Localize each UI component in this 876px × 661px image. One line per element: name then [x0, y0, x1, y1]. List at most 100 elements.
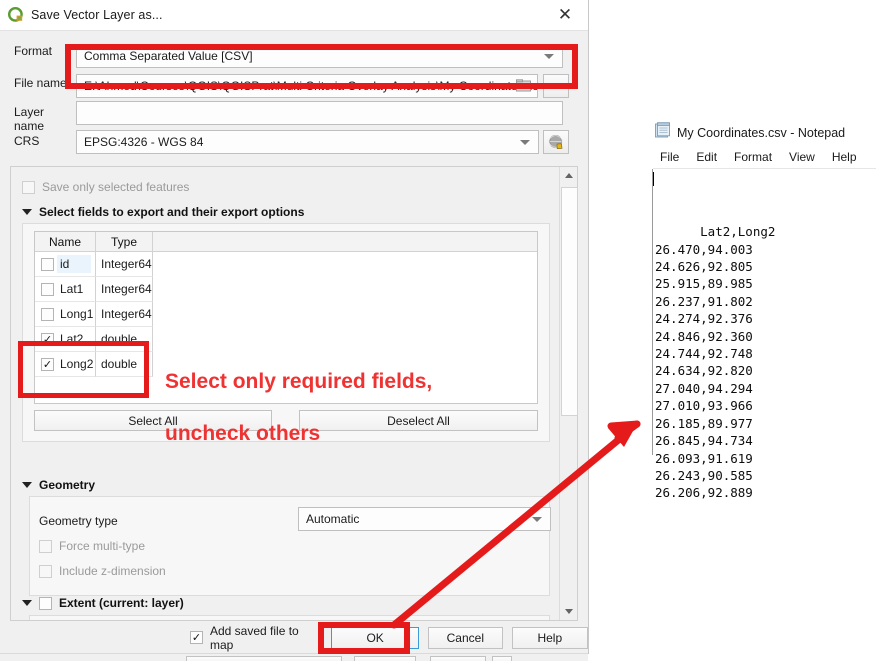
filename-row: File name [14, 76, 76, 90]
table-row[interactable]: Long1 Integer64 [35, 302, 537, 327]
help-button[interactable]: Help [511, 626, 588, 649]
select-fields-section-title: Select fields to export and their export… [39, 205, 305, 219]
crs-label: CRS [14, 134, 40, 148]
filename-label: File name [14, 76, 67, 90]
fields-table-header: Name Type [35, 232, 537, 252]
force-multi-type-checkbox[interactable] [39, 539, 52, 553]
column-header-name[interactable]: Name [35, 232, 96, 252]
menu-item-edit[interactable]: Edit [696, 150, 717, 164]
field-row-filler [153, 302, 537, 327]
field-name-label: id [57, 255, 92, 273]
include-z-dimension-row[interactable]: Include z-dimension [39, 564, 166, 578]
extent-checkbox[interactable] [39, 596, 52, 610]
format-combobox[interactable]: Comma Separated Value [CSV] [76, 44, 563, 68]
format-label: Format [14, 44, 53, 58]
filename-input[interactable]: E:\Ahmed\Courses\QGIS\QGISPrat\Multi Cri… [76, 74, 538, 98]
field-type-cell[interactable]: Integer64 [96, 302, 153, 327]
notepad-text-area[interactable]: Lat2,Long2 26.470,94.003 24.626,92.805 2… [650, 169, 876, 519]
dialog-footer: Add saved file to map OK Cancel Help [0, 622, 588, 653]
save-only-selected-label: Save only selected features [42, 180, 190, 194]
column-header-type[interactable]: Type [96, 232, 153, 252]
table-row[interactable]: Lat1 Integer64 [35, 277, 537, 302]
layername-row: Layer name [14, 105, 76, 133]
field-type-cell[interactable]: double [96, 352, 153, 377]
annotation-note-line2: uncheck others [165, 422, 321, 445]
menu-item-view[interactable]: View [789, 150, 815, 164]
field-export-checkbox[interactable] [41, 332, 54, 346]
format-value: Comma Separated Value [CSV] [84, 49, 253, 63]
geometry-type-value: Automatic [306, 512, 360, 526]
collapse-triangle-icon[interactable] [22, 209, 32, 215]
field-name-cell[interactable]: Long1 [35, 302, 96, 327]
cancel-button[interactable]: Cancel [428, 626, 503, 649]
menu-item-help[interactable]: Help [832, 150, 857, 164]
scrollbar-thumb[interactable] [561, 187, 578, 416]
chevron-down-icon [564, 609, 573, 614]
layername-input[interactable] [76, 101, 563, 125]
chevron-down-icon [532, 517, 542, 522]
save-vector-layer-dialog: Save Vector Layer as... ✕ Format Comma S… [0, 0, 589, 661]
force-multi-type-row[interactable]: Force multi-type [39, 539, 145, 553]
field-name-cell[interactable]: Long2 [35, 352, 96, 377]
notepad-left-edge [652, 169, 653, 456]
titlebar-divider [0, 30, 588, 31]
collapse-triangle-icon[interactable] [22, 482, 32, 488]
ok-button[interactable]: OK [331, 626, 420, 649]
field-name-label: Lat2 [60, 332, 84, 346]
options-vertical-scrollbar[interactable] [559, 167, 578, 620]
notepad-menubar: File Edit Format View Help [650, 146, 876, 168]
add-saved-file-row[interactable]: Add saved file to map [190, 624, 319, 652]
extent-section-title: Extent (current: layer) [59, 596, 184, 610]
dialog-titlebar: Save Vector Layer as... ✕ [0, 0, 588, 30]
field-type-cell[interactable]: Integer64 [96, 252, 153, 277]
add-saved-file-label: Add saved file to map [210, 623, 299, 652]
notepad-titlebar: My Coordinates.csv - Notepad [650, 120, 876, 146]
geometry-section-header[interactable]: Geometry [22, 478, 95, 492]
geometry-type-combobox[interactable]: Automatic [298, 507, 551, 531]
save-only-selected-row[interactable]: Save only selected features [22, 180, 189, 194]
notepad-icon [654, 122, 671, 144]
add-saved-file-checkbox[interactable] [190, 631, 203, 644]
chevron-down-icon [544, 54, 554, 59]
window-bottom-cutoff [0, 653, 588, 661]
scroll-up-button[interactable] [560, 167, 577, 184]
menu-item-file[interactable]: File [660, 150, 679, 164]
field-name-label: Long2 [60, 357, 94, 371]
layername-label: Layer name [14, 105, 45, 133]
field-name-label: Long1 [60, 307, 94, 321]
save-only-selected-checkbox[interactable] [22, 180, 35, 194]
notepad-window: My Coordinates.csv - Notepad File Edit F… [650, 120, 876, 500]
annotation-note: Select only required fields, uncheck oth… [165, 343, 432, 447]
include-z-dimension-checkbox[interactable] [39, 564, 52, 578]
field-type-cell[interactable]: double [96, 327, 153, 352]
collapse-triangle-icon[interactable] [22, 600, 32, 606]
close-icon[interactable]: ✕ [552, 2, 578, 28]
folder-icon[interactable] [516, 79, 531, 94]
include-z-dimension-label: Include z-dimension [59, 564, 166, 578]
field-name-cell[interactable]: Lat2 [35, 327, 96, 352]
menu-item-format[interactable]: Format [734, 150, 772, 164]
crs-row: CRS [14, 134, 76, 148]
extent-section-header[interactable]: Extent (current: layer) [22, 596, 184, 610]
table-row[interactable]: id Integer64 [35, 252, 537, 277]
scroll-down-button[interactable] [560, 603, 577, 620]
field-type-cell[interactable]: Integer64 [96, 277, 153, 302]
field-name-label: Lat1 [60, 282, 84, 296]
select-fields-section-header[interactable]: Select fields to export and their export… [22, 205, 304, 219]
force-multi-type-label: Force multi-type [59, 539, 146, 553]
field-export-checkbox[interactable] [41, 307, 54, 321]
extent-groupbox [29, 615, 550, 620]
geometry-type-label: Geometry type [39, 514, 118, 528]
geometry-section-title: Geometry [39, 478, 96, 492]
field-name-cell[interactable]: Lat1 [35, 277, 96, 302]
chevron-down-icon [520, 140, 530, 145]
text-caret [653, 172, 654, 186]
field-export-checkbox[interactable] [41, 357, 54, 371]
browse-button[interactable]: ... [543, 74, 569, 98]
select-crs-button[interactable] [543, 130, 569, 154]
field-export-checkbox[interactable] [41, 282, 54, 296]
field-export-checkbox[interactable] [41, 257, 54, 271]
crs-combobox[interactable]: EPSG:4326 - WGS 84 [76, 130, 539, 154]
format-row: Format [14, 44, 76, 58]
field-name-cell[interactable]: id [35, 252, 96, 277]
